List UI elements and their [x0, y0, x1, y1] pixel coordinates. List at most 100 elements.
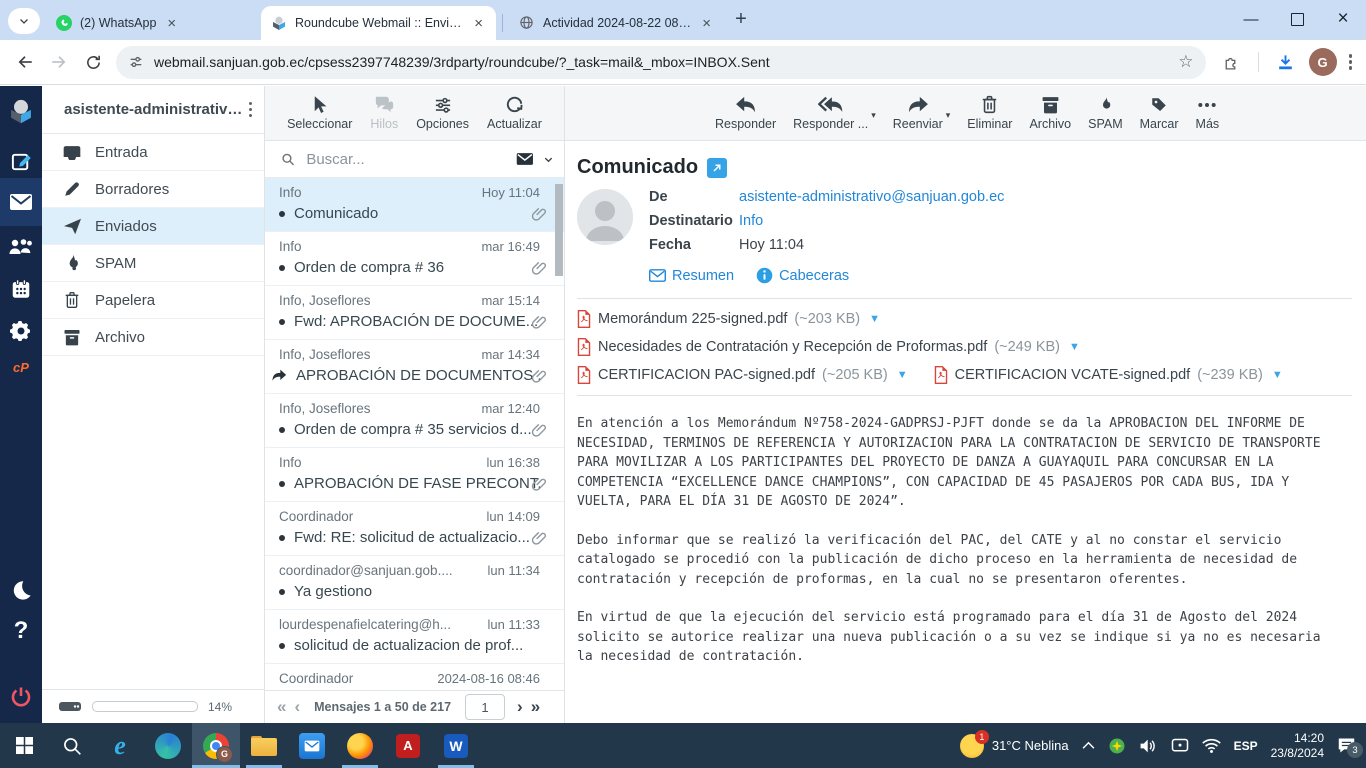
taskbar-search-button[interactable]	[48, 723, 96, 768]
back-button[interactable]	[8, 45, 42, 79]
tab-whatsapp[interactable]: (2) WhatsApp ×	[46, 6, 261, 40]
taskbar-word[interactable]: W	[432, 723, 480, 768]
tab-actividad[interactable]: Actividad 2024-08-22 08:00:00 ×	[509, 6, 724, 40]
extensions-icon[interactable]	[1214, 45, 1248, 79]
headers-link[interactable]: Cabeceras	[756, 267, 849, 284]
mail-icon[interactable]	[0, 178, 42, 226]
sidebar-item-entrada[interactable]: Entrada	[42, 134, 264, 171]
forward-button[interactable]: Reenviar	[893, 96, 943, 131]
sidebar-item-papelera[interactable]: Papelera	[42, 282, 264, 319]
page-number-input[interactable]	[465, 694, 506, 720]
browser-menu-icon[interactable]	[1343, 48, 1359, 76]
sidebar-item-enviados[interactable]: Enviados	[42, 208, 264, 245]
message-row[interactable]: Info Hoy 11:04 Comunicado	[265, 178, 564, 232]
reply-button[interactable]: Responder	[715, 96, 776, 131]
next-page-button[interactable]: ›	[517, 697, 523, 717]
cast-display-icon[interactable]	[1171, 738, 1189, 753]
reply-all-button[interactable]: Responder ...	[793, 96, 868, 131]
bookmark-star-icon[interactable]: ☆	[1178, 52, 1193, 72]
action-center-button[interactable]: 3	[1337, 737, 1363, 758]
search-options-chevron-icon[interactable]	[543, 153, 554, 166]
scope-envelope-icon[interactable]	[516, 151, 534, 167]
settings-gear-icon[interactable]	[0, 311, 42, 351]
message-row[interactable]: Info, Joseflores mar 14:34 APROBACIÓN DE …	[265, 340, 564, 394]
minimize-button[interactable]: —	[1228, 0, 1274, 38]
taskbar-ie[interactable]: e	[96, 723, 144, 768]
compose-icon[interactable]	[0, 142, 42, 180]
message-row[interactable]: Coordinador lun 14:09 Fwd: RE: solicitud …	[265, 502, 564, 556]
spam-button[interactable]: SPAM	[1088, 96, 1123, 131]
attachment-menu-icon[interactable]: ▼	[1272, 369, 1283, 381]
forward-dropdown-icon[interactable]: ▾	[946, 110, 951, 121]
tray-chevron-up-icon[interactable]	[1082, 741, 1095, 750]
attachment-item[interactable]: CERTIFICACION VCATE-signed.pdf (~239 KB)…	[934, 366, 1283, 384]
url-text[interactable]: webmail.sanjuan.gob.ec/cpsess2397748239/…	[154, 54, 1168, 70]
forward-button[interactable]	[42, 45, 76, 79]
prev-page-button[interactable]: ‹	[294, 697, 300, 717]
weather-widget[interactable]: 1 31°C Neblina	[959, 729, 1069, 758]
cpanel-icon[interactable]: cP	[0, 352, 42, 382]
refresh-button[interactable]	[76, 45, 110, 79]
delete-button[interactable]: Eliminar	[967, 95, 1012, 131]
sidebar-item-archivo[interactable]: Archivo	[42, 319, 264, 356]
taskbar-mail[interactable]	[288, 723, 336, 768]
from-address-link[interactable]: asistente-administrativo@sanjuan.gob.ec	[739, 189, 1004, 205]
message-row[interactable]: Info lun 16:38 APROBACIÓN DE FASE PRECONT…	[265, 448, 564, 502]
tab-search-chevron-icon[interactable]	[8, 8, 40, 34]
more-button[interactable]: Más	[1196, 96, 1219, 131]
download-icon[interactable]	[1269, 45, 1303, 79]
restore-button[interactable]	[1274, 0, 1320, 38]
taskbar-firefox[interactable]	[336, 723, 384, 768]
taskbar-chrome[interactable]: G	[192, 723, 240, 768]
antivirus-icon[interactable]	[1108, 737, 1126, 755]
message-row[interactable]: Info mar 16:49 Orden de compra # 36	[265, 232, 564, 286]
attachment-menu-icon[interactable]: ▼	[897, 369, 908, 381]
new-tab-button[interactable]: +	[728, 6, 754, 32]
attachment-menu-icon[interactable]: ▼	[1069, 341, 1080, 353]
message-row[interactable]: Info, Joseflores mar 15:14 Fwd: APROBACIÓ…	[265, 286, 564, 340]
threads-button[interactable]: Hilos	[370, 95, 398, 131]
tab-close-icon[interactable]: ×	[699, 15, 714, 32]
start-button[interactable]	[0, 723, 48, 768]
first-page-button[interactable]: «	[277, 697, 286, 717]
message-row[interactable]: coordinador@sanjuan.gob.... lun 11:34 Ya …	[265, 556, 564, 610]
close-button[interactable]: ×	[1320, 0, 1366, 38]
attachment-item[interactable]: Memorándum 225-signed.pdf (~203 KB) ▼	[577, 310, 880, 328]
to-address-link[interactable]: Info	[739, 213, 763, 229]
select-button[interactable]: Seleccionar	[287, 95, 352, 131]
taskbar-file-explorer[interactable]	[240, 723, 288, 768]
contacts-icon[interactable]	[0, 226, 42, 266]
tab-close-icon[interactable]: ×	[471, 15, 486, 32]
message-row[interactable]: lourdespenafielcatering@h... lun 11:33 so…	[265, 610, 564, 664]
taskbar-acrobat[interactable]: A	[384, 723, 432, 768]
account-menu-icon[interactable]	[243, 96, 259, 124]
url-bar[interactable]: webmail.sanjuan.gob.ec/cpsess2397748239/…	[116, 45, 1206, 79]
message-row[interactable]: Coordinador 2024-08-16 08:46	[265, 664, 564, 690]
attachment-menu-icon[interactable]: ▼	[869, 313, 880, 325]
reply-all-dropdown-icon[interactable]: ▾	[871, 110, 876, 121]
taskbar-clock[interactable]: 14:20 23/8/2024	[1271, 731, 1324, 761]
message-row[interactable]: Info, Joseflores mar 12:40 Orden de compr…	[265, 394, 564, 448]
profile-avatar[interactable]: G	[1308, 48, 1337, 76]
volume-icon[interactable]	[1139, 738, 1158, 754]
site-info-icon[interactable]	[128, 54, 144, 70]
options-button[interactable]: Opciones	[416, 95, 469, 131]
logout-power-icon[interactable]	[0, 679, 42, 715]
archive-button[interactable]: Archivo	[1029, 96, 1071, 131]
help-icon[interactable]: ?	[0, 613, 42, 649]
refresh-list-button[interactable]: Actualizar	[487, 95, 542, 131]
taskbar-edge[interactable]	[144, 723, 192, 768]
search-input[interactable]	[304, 149, 508, 169]
open-in-new-window-icon[interactable]	[707, 157, 728, 178]
summary-link[interactable]: Resumen	[649, 268, 734, 284]
tab-close-icon[interactable]: ×	[164, 15, 179, 32]
sidebar-item-spam[interactable]: SPAM	[42, 245, 264, 282]
attachment-item[interactable]: Necesidades de Contratación y Recepción …	[577, 338, 1080, 356]
calendar-icon[interactable]	[0, 269, 42, 309]
attachment-item[interactable]: CERTIFICACION PAC-signed.pdf (~205 KB) ▼	[577, 366, 908, 384]
sidebar-item-borradores[interactable]: Borradores	[42, 171, 264, 208]
last-page-button[interactable]: »	[531, 697, 540, 717]
list-scrollbar[interactable]	[554, 180, 563, 690]
keyboard-language[interactable]: ESP	[1234, 739, 1258, 753]
tab-roundcube[interactable]: Roundcube Webmail :: Enviados ×	[261, 6, 496, 40]
